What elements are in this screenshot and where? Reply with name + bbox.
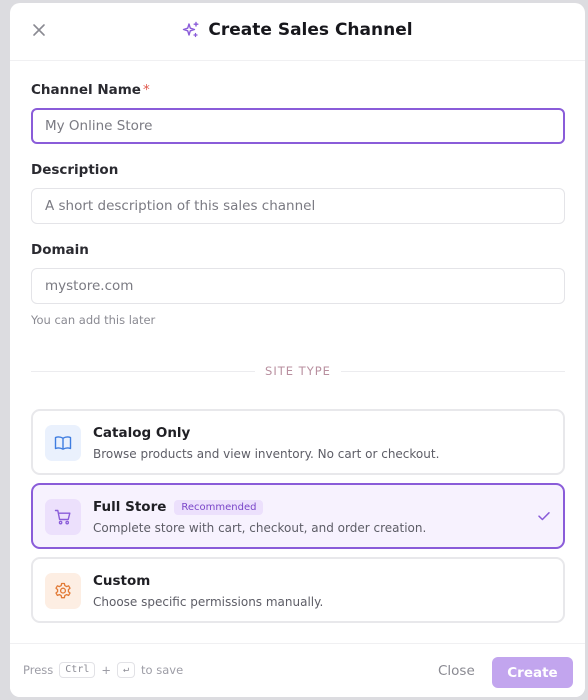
site-type-option-custom[interactable]: Custom Choose specific permissions manua…: [31, 557, 565, 623]
catalog-icon-box: [45, 425, 81, 461]
shopping-cart-icon: [54, 509, 71, 525]
dialog-title-row: Create Sales Channel: [10, 20, 585, 40]
domain-input[interactable]: [31, 268, 565, 304]
option-title: Custom: [93, 573, 150, 589]
custom-icon-box: [45, 573, 81, 609]
channel-name-label: Channel Name *: [31, 82, 150, 98]
site-type-heading: SITE TYPE: [265, 364, 331, 378]
description-input[interactable]: [31, 188, 565, 224]
store-icon-box: [45, 499, 81, 535]
book-open-icon: [54, 436, 72, 450]
sparkles-icon: [183, 21, 199, 38]
settings-gear-icon: [55, 582, 71, 599]
save-shortcut-hint: Press Ctrl + ↵ to save: [23, 662, 183, 678]
option-title-text: Catalog Only: [93, 425, 191, 441]
shortcut-plus: +: [101, 663, 112, 677]
domain-hint: You can add this later: [31, 313, 156, 327]
site-type-option-catalog-only[interactable]: Catalog Only Browse products and view in…: [31, 409, 565, 475]
dialog-title: Create Sales Channel: [208, 20, 413, 40]
site-type-option-full-store[interactable]: Full Store Recommended Complete store wi…: [31, 483, 565, 549]
option-title-text: Custom: [93, 573, 151, 589]
channel-name-label-text: Channel Name: [31, 82, 141, 98]
recommended-badge: Recommended: [174, 499, 264, 515]
shortcut-prefix: Press: [23, 663, 54, 677]
dialog-footer: Press Ctrl + ↵ to save Close Create: [10, 643, 585, 697]
option-description: Browse products and view inventory. No c…: [93, 447, 440, 461]
kbd-enter: ↵: [117, 662, 136, 678]
site-type-divider: SITE TYPE: [31, 362, 565, 382]
dialog-header: Create Sales Channel: [10, 3, 585, 61]
create-sales-channel-dialog: Create Sales Channel Channel Name* Descr…: [10, 3, 585, 697]
kbd-ctrl: Ctrl: [59, 662, 96, 678]
option-title: Full Store Recommended: [93, 499, 264, 515]
checkmark-icon: [538, 512, 550, 521]
domain-label: Domain: [31, 242, 89, 258]
description-label: Description: [31, 162, 119, 178]
option-description: Choose specific permissions manually.: [93, 595, 324, 609]
option-title: Catalog Only: [93, 425, 190, 441]
channel-name-input[interactable]: [31, 108, 565, 144]
create-button[interactable]: Create: [492, 657, 573, 688]
option-title-text: Full Store: [93, 499, 167, 515]
required-mark: *: [142, 82, 150, 98]
shortcut-suffix: to save: [141, 663, 184, 677]
close-button[interactable]: Close: [432, 656, 481, 686]
option-description: Complete store with cart, checkout, and …: [93, 521, 427, 535]
